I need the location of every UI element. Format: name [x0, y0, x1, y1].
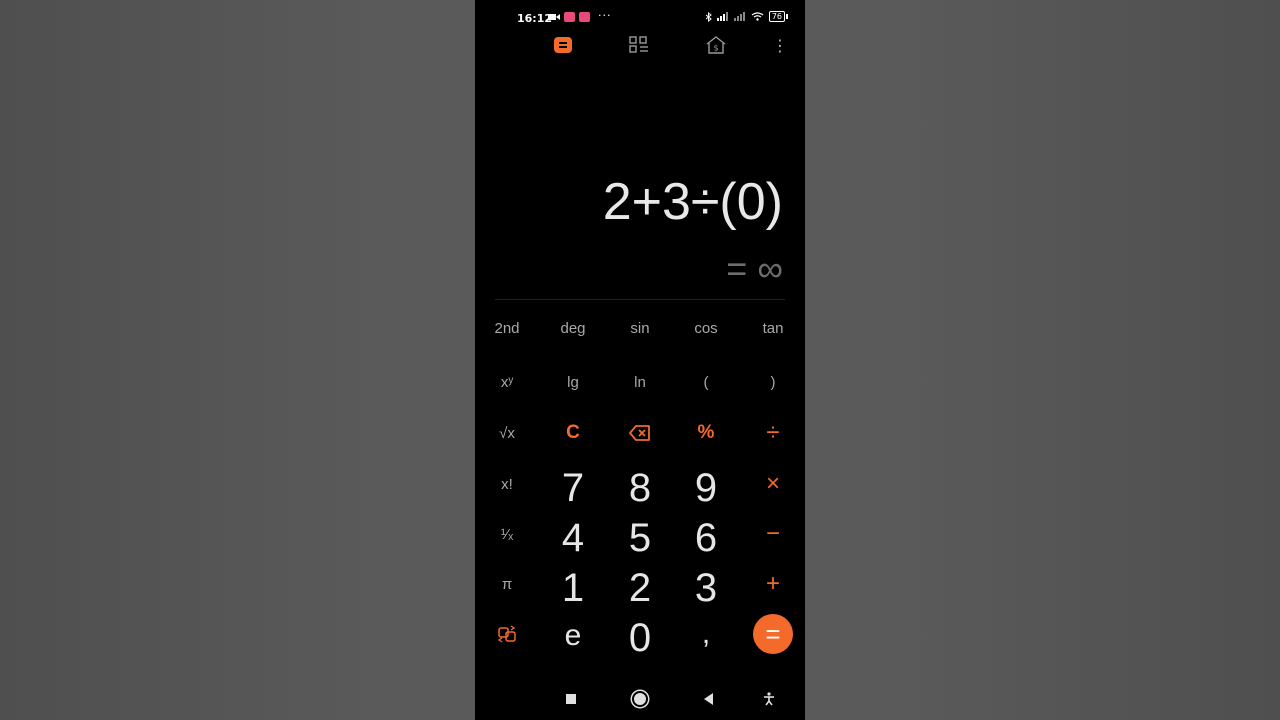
key-4[interactable]: 4: [543, 516, 603, 560]
accessibility-button[interactable]: [756, 686, 782, 712]
key-3[interactable]: 3: [676, 566, 736, 610]
key-5[interactable]: 5: [610, 516, 670, 560]
calculator-tab[interactable]: [551, 34, 575, 56]
bluetooth-icon: [705, 11, 712, 22]
key-sin[interactable]: sin: [610, 306, 670, 350]
equals-button[interactable]: =: [753, 614, 793, 654]
key-e[interactable]: e: [543, 614, 603, 658]
key-tan[interactable]: tan: [743, 306, 803, 350]
key-1[interactable]: 1: [543, 566, 603, 610]
swap-icon: [497, 625, 516, 643]
svg-text:$: $: [713, 44, 718, 53]
currency-tab[interactable]: $: [704, 34, 728, 56]
notification-icons: [548, 12, 590, 22]
navigation-bar: [475, 676, 805, 720]
key-comma[interactable]: ,: [676, 612, 736, 656]
key-2[interactable]: 2: [610, 566, 670, 610]
key-factorial[interactable]: x!: [477, 462, 537, 506]
key-6[interactable]: 6: [676, 516, 736, 560]
key-backspace[interactable]: [610, 411, 670, 455]
expression-display: 2+3÷(0): [602, 173, 783, 231]
key-deg[interactable]: deg: [543, 306, 603, 350]
key-lg[interactable]: lg: [543, 360, 603, 404]
accessibility-icon: [764, 692, 774, 706]
status-bar: 16:12 ··· 76: [475, 0, 805, 36]
home-button[interactable]: [627, 686, 653, 712]
key-divide[interactable]: ÷: [743, 411, 803, 455]
key-minus[interactable]: −: [743, 512, 803, 556]
battery-icon: 76: [768, 11, 789, 22]
app-notification-icon: [564, 12, 575, 22]
status-time: 16:12: [517, 12, 553, 25]
key-pi[interactable]: π: [477, 562, 537, 606]
key-open-paren[interactable]: (: [676, 360, 736, 404]
key-0[interactable]: 0: [610, 616, 670, 660]
calculator-icon: [554, 37, 572, 53]
key-equals[interactable]: =: [743, 612, 803, 656]
signal-icon: [716, 12, 728, 21]
mode-toolbar: $ ⋮: [475, 34, 805, 56]
status-right: 76: [705, 11, 789, 22]
key-9[interactable]: 9: [676, 466, 736, 510]
recents-icon: [566, 694, 576, 704]
key-swap[interactable]: [477, 612, 537, 656]
converter-grid-icon: [629, 36, 648, 53]
currency-house-icon: $: [706, 36, 726, 54]
home-icon: [634, 693, 646, 705]
key-7[interactable]: 7: [543, 466, 603, 510]
key-reciprocal[interactable]: ¹⁄ₓ: [477, 512, 537, 556]
wifi-icon: [751, 12, 764, 21]
key-plus[interactable]: +: [743, 562, 803, 606]
key-ln[interactable]: ln: [610, 360, 670, 404]
backspace-icon: [629, 425, 650, 441]
converter-tab[interactable]: [627, 34, 651, 56]
key-power[interactable]: xʸ: [477, 360, 537, 404]
key-close-paren[interactable]: ): [743, 360, 803, 404]
back-icon: [703, 693, 713, 705]
display-divider: [495, 299, 785, 300]
key-cos[interactable]: cos: [676, 306, 736, 350]
signal-icon: [733, 12, 745, 21]
phone-screen: 16:12 ··· 76 $ ⋮ 2+3÷(0) = ∞ 2nd deg sin…: [475, 0, 805, 720]
more-options-button[interactable]: ⋮: [768, 34, 792, 56]
key-sqrt[interactable]: √x: [477, 411, 537, 455]
app-notification-icon: [579, 12, 590, 22]
back-button[interactable]: [695, 686, 721, 712]
key-2nd[interactable]: 2nd: [477, 306, 537, 350]
key-multiply[interactable]: ×: [743, 462, 803, 506]
recents-button[interactable]: [558, 686, 584, 712]
status-overflow: ···: [598, 9, 612, 22]
key-clear[interactable]: C: [543, 411, 603, 455]
result-display: = ∞: [726, 248, 783, 289]
key-percent[interactable]: %: [676, 411, 736, 455]
key-8[interactable]: 8: [610, 466, 670, 510]
video-icon: [548, 14, 560, 20]
